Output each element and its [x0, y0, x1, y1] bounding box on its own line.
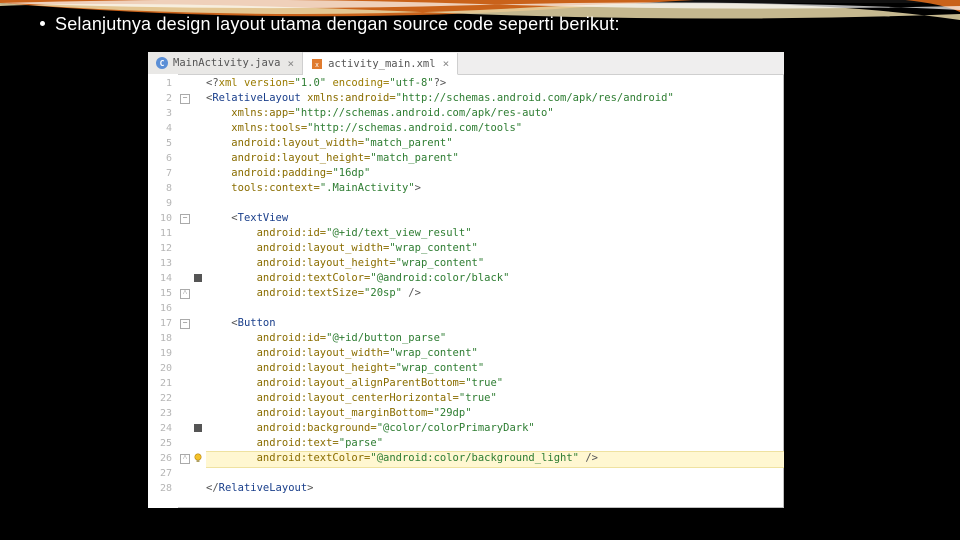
ide-window: C MainActivity.java × x activity_main.xm…	[148, 52, 784, 508]
code-line[interactable]	[206, 196, 784, 211]
line-gutter: 1234567891011121314151617181920212223242…	[148, 74, 178, 508]
fold-marker[interactable]: −	[180, 319, 190, 329]
code-line[interactable]: android:layout_width="match_parent"	[206, 136, 784, 151]
code-line[interactable]: android:id="@+id/button_parse"	[206, 331, 784, 346]
fold-marker[interactable]: −	[180, 94, 190, 104]
svg-text:x: x	[315, 62, 319, 69]
code-line[interactable]	[206, 301, 784, 316]
code-line[interactable]: android:id="@+id/text_view_result"	[206, 226, 784, 241]
xml-file-icon: x	[311, 58, 323, 70]
code-line[interactable]: android:textSize="20sp" />	[206, 286, 784, 301]
close-icon[interactable]: ×	[287, 57, 294, 70]
code-line[interactable]: android:layout_width="wrap_content"	[206, 346, 784, 361]
code-line[interactable]: android:layout_centerHorizontal="true"	[206, 391, 784, 406]
tab-mainactivity[interactable]: C MainActivity.java ×	[148, 52, 303, 74]
breakpoint-marker[interactable]	[194, 274, 202, 282]
code-line[interactable]: android:layout_alignParentBottom="true"	[206, 376, 784, 391]
code-line[interactable]: android:textColor="@android:color/black"	[206, 271, 784, 286]
code-line[interactable]: <RelativeLayout xmlns:android="http://sc…	[206, 91, 784, 106]
code-line[interactable]: <?xml version="1.0" encoding="utf-8"?>	[206, 76, 784, 91]
fold-marker[interactable]: −	[180, 214, 190, 224]
code-line[interactable]: android:text="parse"	[206, 436, 784, 451]
bullet-text: Selanjutnya design layout utama dengan s…	[55, 14, 620, 34]
fold-marker[interactable]: ˄	[180, 289, 190, 299]
breakpoint-marker[interactable]	[194, 424, 202, 432]
code-line[interactable]: android:layout_width="wrap_content"	[206, 241, 784, 256]
code-line[interactable]: android:layout_marginBottom="29dp"	[206, 406, 784, 421]
code-area[interactable]: <?xml version="1.0" encoding="utf-8"?><R…	[206, 74, 784, 508]
bullet-dot	[40, 21, 45, 26]
code-line[interactable]: tools:context=".MainActivity">	[206, 181, 784, 196]
code-line[interactable]: android:layout_height="match_parent"	[206, 151, 784, 166]
slide-bullet: Selanjutnya design layout utama dengan s…	[40, 14, 620, 35]
java-file-icon: C	[156, 57, 168, 69]
code-line[interactable]: <Button	[206, 316, 784, 331]
code-line[interactable]: <TextView	[206, 211, 784, 226]
code-line[interactable]: android:layout_height="wrap_content"	[206, 256, 784, 271]
code-line[interactable]: </RelativeLayout>	[206, 481, 784, 496]
code-line[interactable]: android:layout_height="wrap_content"	[206, 361, 784, 376]
code-line[interactable]: android:background="@color/colorPrimaryD…	[206, 421, 784, 436]
intention-bulb-icon[interactable]	[192, 452, 204, 464]
code-line[interactable]: android:padding="16dp"	[206, 166, 784, 181]
code-editor[interactable]: 1234567891011121314151617181920212223242…	[148, 74, 784, 508]
code-line[interactable]: xmlns:app="http://schemas.android.com/ap…	[206, 106, 784, 121]
close-icon[interactable]: ×	[443, 57, 450, 70]
tab-label: activity_main.xml	[328, 58, 435, 70]
tab-label: MainActivity.java	[173, 57, 280, 69]
gutter-marks: − − ˄ − ˄	[178, 74, 206, 508]
editor-tabs: C MainActivity.java × x activity_main.xm…	[148, 52, 784, 75]
code-line[interactable]	[206, 466, 784, 481]
tab-activity-main-xml[interactable]: x activity_main.xml ×	[303, 53, 458, 75]
fold-marker[interactable]: ˄	[180, 454, 190, 464]
code-line[interactable]: android:textColor="@android:color/backgr…	[206, 451, 784, 466]
code-line[interactable]: xmlns:tools="http://schemas.android.com/…	[206, 121, 784, 136]
